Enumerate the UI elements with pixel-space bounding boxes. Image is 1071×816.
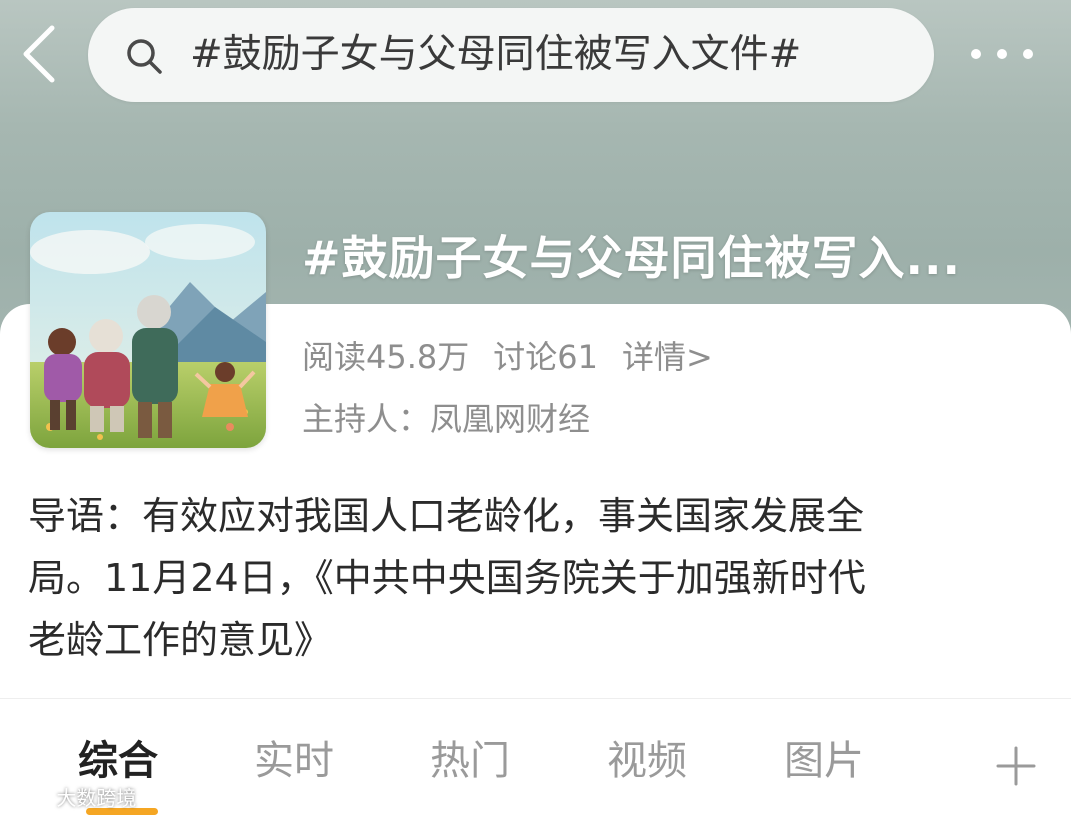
topic-host[interactable]: 主持人：凤凰网财经 xyxy=(302,394,590,440)
topic-title: #鼓励子女与父母同住被写入... xyxy=(302,231,961,285)
divider xyxy=(0,698,1071,699)
chevron-left-icon xyxy=(23,25,55,83)
details-link[interactable]: 详情> xyxy=(622,338,713,376)
topic-stats: 阅读45.8万 讨论61 详情> xyxy=(302,332,737,376)
elderly-family-illustration xyxy=(30,212,266,448)
intro-line: 导语：有效应对我国人口老龄化，事关国家发展全 xyxy=(28,494,865,538)
tab-realtime[interactable]: 实时 xyxy=(254,728,334,786)
discussion-count: 讨论61 xyxy=(493,338,598,376)
read-count: 阅读45.8万 xyxy=(302,338,470,376)
plus-icon xyxy=(996,746,1036,786)
back-button[interactable] xyxy=(18,22,66,86)
search-query[interactable]: #鼓励子女与父母同住被写入文件# xyxy=(190,8,801,102)
more-options-button[interactable] xyxy=(966,34,1038,74)
tab-comprehensive[interactable]: 综合 xyxy=(78,728,158,786)
search-bar[interactable]: #鼓励子女与父母同住被写入文件# xyxy=(88,8,934,102)
tab-hot[interactable]: 热门 xyxy=(430,728,510,786)
tab-bar: 综合 实时 热门 视频 图片 xyxy=(0,728,1071,816)
watermark: 大数跨境 xyxy=(8,782,136,814)
tab-images[interactable]: 图片 xyxy=(784,728,864,786)
intro-line: 局。11月24日，《中共中央国务院关于加强新时代 xyxy=(28,556,866,600)
topic-cover-image[interactable] xyxy=(30,212,266,448)
search-icon xyxy=(127,39,162,74)
add-tab-button[interactable] xyxy=(994,744,1038,788)
tab-video[interactable]: 视频 xyxy=(607,728,687,786)
watermark-text: 大数跨境 xyxy=(56,786,137,810)
intro-line: 老龄工作的意见》 xyxy=(28,618,333,662)
topic-intro: 导语：有效应对我国人口老龄化，事关国家发展全 局。11月24日，《中共中央国务院… xyxy=(28,485,1038,671)
watermark-logo-icon xyxy=(8,789,48,809)
more-dots-icon xyxy=(971,49,1033,59)
